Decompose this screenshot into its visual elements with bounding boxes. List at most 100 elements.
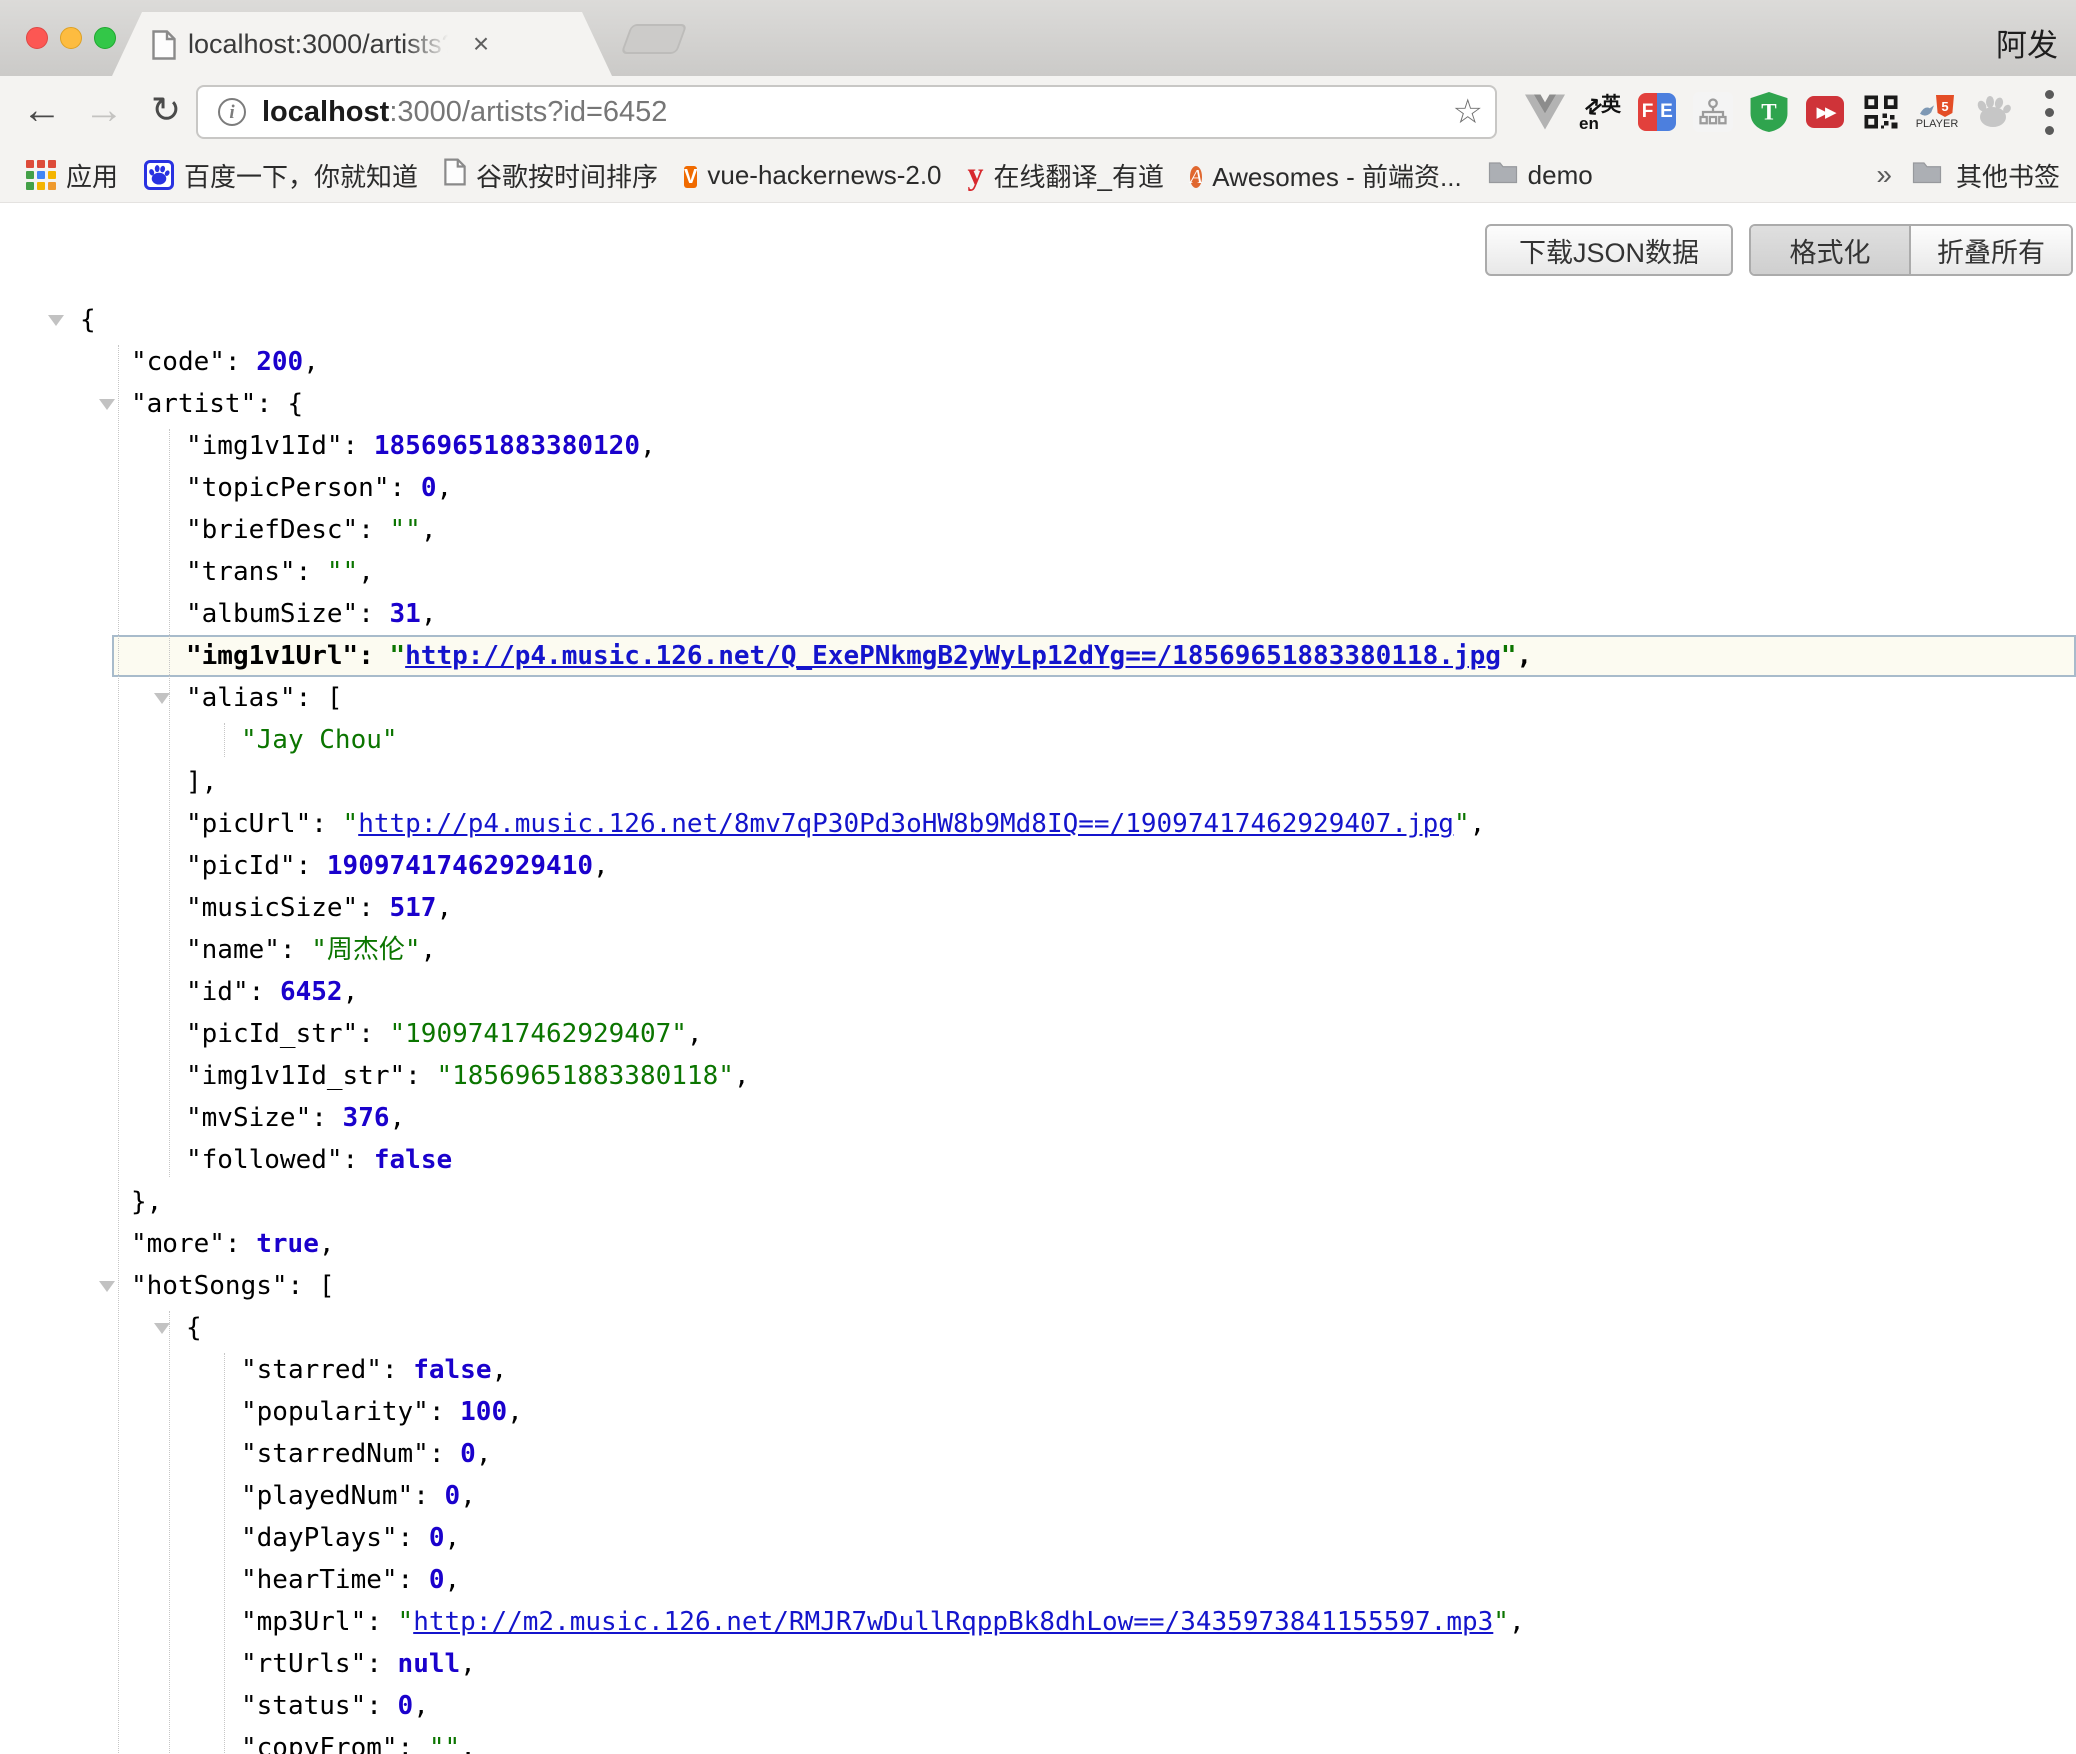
browser-tab[interactable]: localhost:3000/artists?id=645 × xyxy=(112,12,612,76)
bookmark-label: 谷歌按时间排序 xyxy=(476,157,658,194)
video-downloader-icon[interactable]: ▶▶ xyxy=(1804,83,1846,141)
bookmark-item[interactable]: y在线翻译_有道 xyxy=(968,157,1164,194)
bookmark-label: 在线翻译_有道 xyxy=(994,157,1164,194)
reload-icon[interactable]: ↻ xyxy=(140,84,192,136)
json-row: "alias": [ xyxy=(0,677,2076,719)
folder-icon xyxy=(1912,160,1942,191)
json-url-link[interactable]: http://p4.music.126.net/8mv7qP30Pd3oHW8b… xyxy=(358,809,1454,839)
json-row: "followed": false xyxy=(0,1139,2076,1181)
json-row: "briefDesc": "", xyxy=(0,509,2076,551)
bookmark-item[interactable]: 应用 xyxy=(26,157,118,194)
collapse-toggle-icon[interactable] xyxy=(99,1281,115,1292)
json-row: "id": 6452, xyxy=(0,971,2076,1013)
folder-icon xyxy=(1488,160,1518,191)
json-row: "musicSize": 517, xyxy=(0,887,2076,929)
indent-guide xyxy=(169,1311,170,1754)
json-row: "img1v1Id_str": "18569651883380118", xyxy=(0,1055,2076,1097)
address-bar[interactable]: i localhost:3000/artists?id=6452 ☆ xyxy=(196,85,1497,139)
qr-code-icon[interactable] xyxy=(1860,83,1902,141)
download-json-button[interactable]: 下载JSON数据 xyxy=(1485,224,1733,276)
awesomes-icon: A xyxy=(1190,159,1202,191)
format-button[interactable]: 格式化 xyxy=(1751,226,1911,274)
json-row: "picId_str": "19097417462929407", xyxy=(0,1013,2076,1055)
json-row: "code": 200, xyxy=(0,341,2076,383)
json-row: "picId": 19097417462929410, xyxy=(0,845,2076,887)
page-content: 下载JSON数据 格式化 折叠所有 {"code": 200,"artist":… xyxy=(0,204,2076,1754)
bookmark-star-icon[interactable]: ☆ xyxy=(1453,92,1483,132)
minimize-window-button[interactable] xyxy=(60,27,82,49)
baidu-icon xyxy=(144,160,174,190)
indent-guide xyxy=(169,429,170,1177)
tampermonkey-icon[interactable]: T xyxy=(1748,83,1790,141)
json-row: { xyxy=(0,299,2076,341)
json-row: "starredNum": 0, xyxy=(0,1433,2076,1475)
apps-grid-icon xyxy=(26,160,56,190)
view-mode-button-group: 格式化 折叠所有 xyxy=(1749,224,2073,276)
bookmark-item[interactable]: demo xyxy=(1488,160,1593,191)
json-row: "Jay Chou" xyxy=(0,719,2076,761)
html5-player-icon[interactable]: 5PLAYER xyxy=(1916,83,1958,141)
vue-bookmark-icon: V xyxy=(684,159,697,191)
json-row: "artist": { xyxy=(0,383,2076,425)
fe-toolbox-icon[interactable]: FE xyxy=(1636,83,1678,141)
bookmark-item[interactable]: 百度一下，你就知道 xyxy=(144,157,418,194)
page-icon xyxy=(152,30,176,60)
zoom-window-button[interactable] xyxy=(94,27,116,49)
json-row: "mp3Url": "http://m2.music.126.net/RMJR7… xyxy=(0,1601,2076,1643)
bookmark-label: 百度一下，你就知道 xyxy=(184,157,418,194)
forward-icon: → xyxy=(78,84,130,136)
json-viewer: {"code": 200,"artist": {"img1v1Id": 1856… xyxy=(0,299,2076,1754)
json-row: "copyFrom": "", xyxy=(0,1727,2076,1754)
other-bookmarks-label[interactable]: 其他书签 xyxy=(1956,157,2060,194)
back-icon[interactable]: ← xyxy=(16,84,68,136)
collapse-toggle-icon[interactable] xyxy=(154,693,170,704)
json-row: "hotSongs": [ xyxy=(0,1265,2076,1307)
json-row: "trans": "", xyxy=(0,551,2076,593)
bookmark-label: 应用 xyxy=(66,157,118,194)
bookmark-item[interactable]: 谷歌按时间排序 xyxy=(444,157,658,194)
window-titlebar: localhost:3000/artists?id=645 × 阿发 xyxy=(0,0,2076,76)
indent-guide xyxy=(224,1353,225,1754)
json-row: "dayPlays": 0, xyxy=(0,1517,2076,1559)
tab-title-fade xyxy=(404,29,456,61)
bookmark-item[interactable]: AAwesomes - 前端资... xyxy=(1190,157,1462,194)
profile-name[interactable]: 阿发 xyxy=(1996,20,2058,65)
bookmarks-overflow: » 其他书签 xyxy=(1876,157,2060,194)
site-info-icon[interactable]: i xyxy=(218,98,246,126)
bookmark-item[interactable]: Vvue-hackernews-2.0 xyxy=(684,159,941,191)
extension-icons-row: 英en⇄ FE T ▶▶ 5PLAYER xyxy=(1524,76,2070,148)
overflow-chevron-icon[interactable]: » xyxy=(1876,159,1892,191)
json-row: ], xyxy=(0,761,2076,803)
json-row: "name": "周杰伦", xyxy=(0,929,2076,971)
vue-devtools-icon[interactable] xyxy=(1524,83,1566,141)
indent-guide xyxy=(118,345,119,1754)
close-window-button[interactable] xyxy=(26,27,48,49)
collapse-all-button[interactable]: 折叠所有 xyxy=(1911,226,2071,274)
collapse-toggle-icon[interactable] xyxy=(154,1323,170,1334)
page-icon xyxy=(444,158,466,193)
translate-icon[interactable]: 英en⇄ xyxy=(1580,83,1622,141)
json-row: "playedNum": 0, xyxy=(0,1475,2076,1517)
json-row: { xyxy=(0,1307,2076,1349)
json-row: }, xyxy=(0,1181,2076,1223)
traffic-lights xyxy=(26,27,116,49)
json-row: "popularity": 100, xyxy=(0,1391,2076,1433)
json-url-link[interactable]: http://m2.music.126.net/RMJR7wDullRqppBk… xyxy=(413,1607,1493,1637)
sitemap-icon[interactable] xyxy=(1692,83,1734,141)
url-text[interactable]: localhost:3000/artists?id=6452 xyxy=(262,96,667,129)
json-row: "albumSize": 31, xyxy=(0,593,2076,635)
new-tab-button[interactable] xyxy=(621,24,688,54)
browser-menu-icon[interactable] xyxy=(2028,83,2070,141)
json-row: "hearTime": 0, xyxy=(0,1559,2076,1601)
collapse-toggle-icon[interactable] xyxy=(48,315,64,326)
json-url-link[interactable]: http://p4.music.126.net/Q_ExePNkmgB2yWyL… xyxy=(405,641,1501,671)
collapse-toggle-icon[interactable] xyxy=(99,399,115,410)
json-row: "picUrl": "http://p4.music.126.net/8mv7q… xyxy=(0,803,2076,845)
svg-text:T: T xyxy=(1761,99,1777,125)
indent-guide xyxy=(224,723,225,757)
paw-icon[interactable] xyxy=(1972,83,2014,141)
bookmark-label: demo xyxy=(1528,160,1593,191)
json-row: "topicPerson": 0, xyxy=(0,467,2076,509)
json-row: "rtUrls": null, xyxy=(0,1643,2076,1685)
tab-close-icon[interactable]: × xyxy=(464,28,498,60)
